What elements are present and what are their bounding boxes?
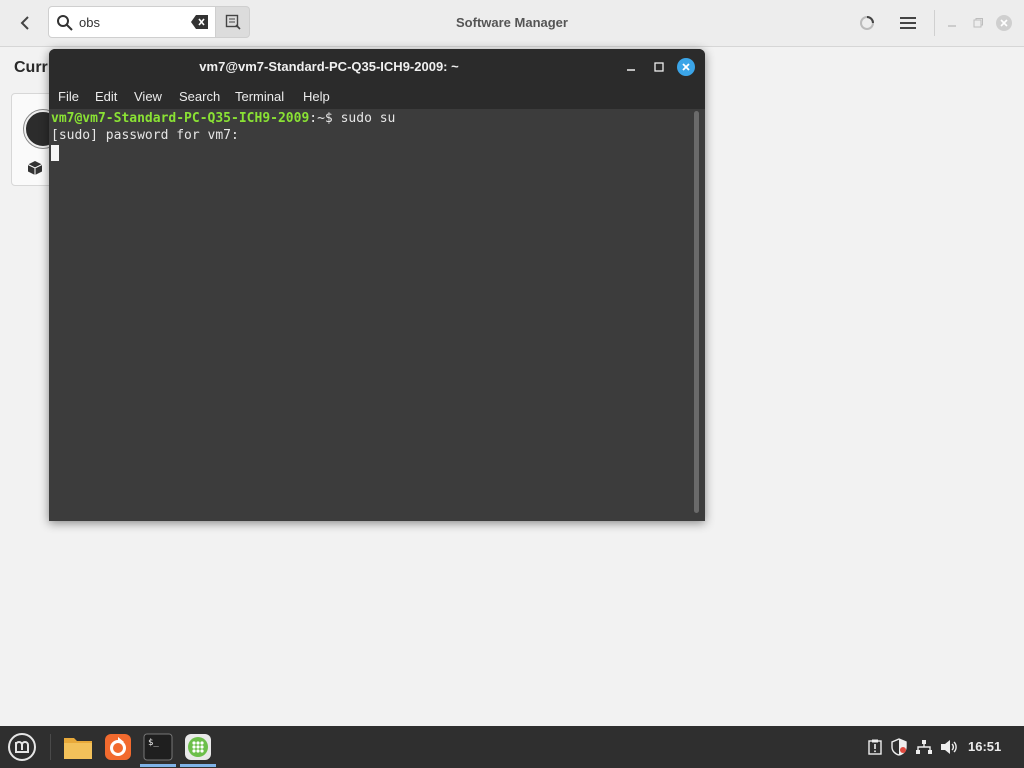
taskbar-files[interactable] bbox=[62, 731, 94, 763]
prompt-path: :~$ bbox=[309, 111, 341, 126]
hamburger-menu-icon[interactable] bbox=[898, 14, 918, 32]
taskbar-software-manager[interactable] bbox=[182, 731, 214, 763]
minimize-button[interactable] bbox=[942, 13, 962, 33]
active-window-indicator-terminal bbox=[140, 764, 176, 767]
menu-view[interactable]: View bbox=[134, 89, 162, 104]
menu-search[interactable]: Search bbox=[179, 89, 220, 104]
prompt-user-host: vm7@vm7-Standard-PC-Q35-ICH9-2009 bbox=[51, 111, 310, 126]
terminal-titlebar[interactable]: vm7@vm7-Standard-PC-Q35-ICH9-2009: ~ bbox=[49, 49, 705, 85]
close-icon bbox=[682, 63, 690, 71]
volume-icon bbox=[941, 740, 957, 754]
tray-shield[interactable] bbox=[890, 738, 908, 756]
menu-terminal[interactable]: Terminal bbox=[235, 89, 284, 104]
taskbar-terminal[interactable]: $_ bbox=[142, 731, 174, 763]
terminal-body[interactable]: vm7@vm7-Standard-PC-Q35-ICH9-2009:~$ sud… bbox=[49, 109, 705, 521]
svg-text:$_: $_ bbox=[148, 738, 159, 748]
terminal-maximize-button[interactable] bbox=[649, 57, 669, 77]
package-icon bbox=[27, 161, 43, 175]
terminal-icon: $_ bbox=[143, 733, 173, 761]
terminal-output-line: [sudo] password for vm7: bbox=[51, 128, 239, 143]
taskbar-firefox[interactable] bbox=[102, 731, 134, 763]
terminal-cursor bbox=[51, 145, 59, 161]
header-separator bbox=[934, 10, 935, 36]
menu-file[interactable]: File bbox=[58, 89, 79, 104]
terminal-title: vm7@vm7-Standard-PC-Q35-ICH9-2009: ~ bbox=[199, 59, 459, 74]
terminal-window[interactable]: vm7@vm7-Standard-PC-Q35-ICH9-2009: ~ Fil… bbox=[49, 49, 705, 521]
tray-clipboard[interactable] bbox=[866, 738, 884, 756]
menu-edit[interactable]: Edit bbox=[95, 89, 117, 104]
restore-icon bbox=[973, 18, 983, 28]
files-folder-icon bbox=[64, 738, 92, 759]
terminal-menubar: File Edit View Search Terminal Help bbox=[49, 85, 705, 109]
network-icon bbox=[916, 740, 932, 754]
active-window-indicator-software-manager bbox=[180, 764, 216, 767]
minimize-icon bbox=[948, 25, 956, 27]
menu-help[interactable]: Help bbox=[303, 89, 330, 104]
taskbar: $_ 16:51 bbox=[0, 726, 1024, 768]
tray-network[interactable] bbox=[915, 738, 933, 756]
section-title: Curr bbox=[14, 59, 48, 76]
shield-icon bbox=[891, 738, 907, 756]
mint-menu-button[interactable] bbox=[6, 731, 38, 763]
mint-menu-icon bbox=[8, 733, 36, 761]
terminal-close-button[interactable] bbox=[677, 58, 695, 76]
terminal-minimize-button[interactable] bbox=[621, 57, 641, 77]
minimize-icon bbox=[627, 69, 635, 71]
tray-volume[interactable] bbox=[940, 738, 958, 756]
terminal-scrollbar[interactable] bbox=[694, 111, 699, 513]
software-manager-icon bbox=[185, 734, 211, 760]
close-button[interactable] bbox=[994, 13, 1014, 33]
command-text: sudo su bbox=[340, 111, 396, 126]
update-notice-icon bbox=[868, 739, 882, 755]
close-icon bbox=[996, 15, 1012, 31]
software-manager-header: obs Software Manager bbox=[0, 0, 1024, 47]
taskbar-clock[interactable]: 16:51 bbox=[968, 739, 1001, 754]
taskbar-separator bbox=[50, 734, 51, 760]
maximize-icon bbox=[654, 62, 664, 72]
terminal-command-line: vm7@vm7-Standard-PC-Q35-ICH9-2009:~$ sud… bbox=[51, 111, 395, 126]
maximize-button[interactable] bbox=[968, 13, 988, 33]
loading-spinner-icon bbox=[860, 16, 874, 30]
firefox-icon bbox=[105, 734, 131, 760]
